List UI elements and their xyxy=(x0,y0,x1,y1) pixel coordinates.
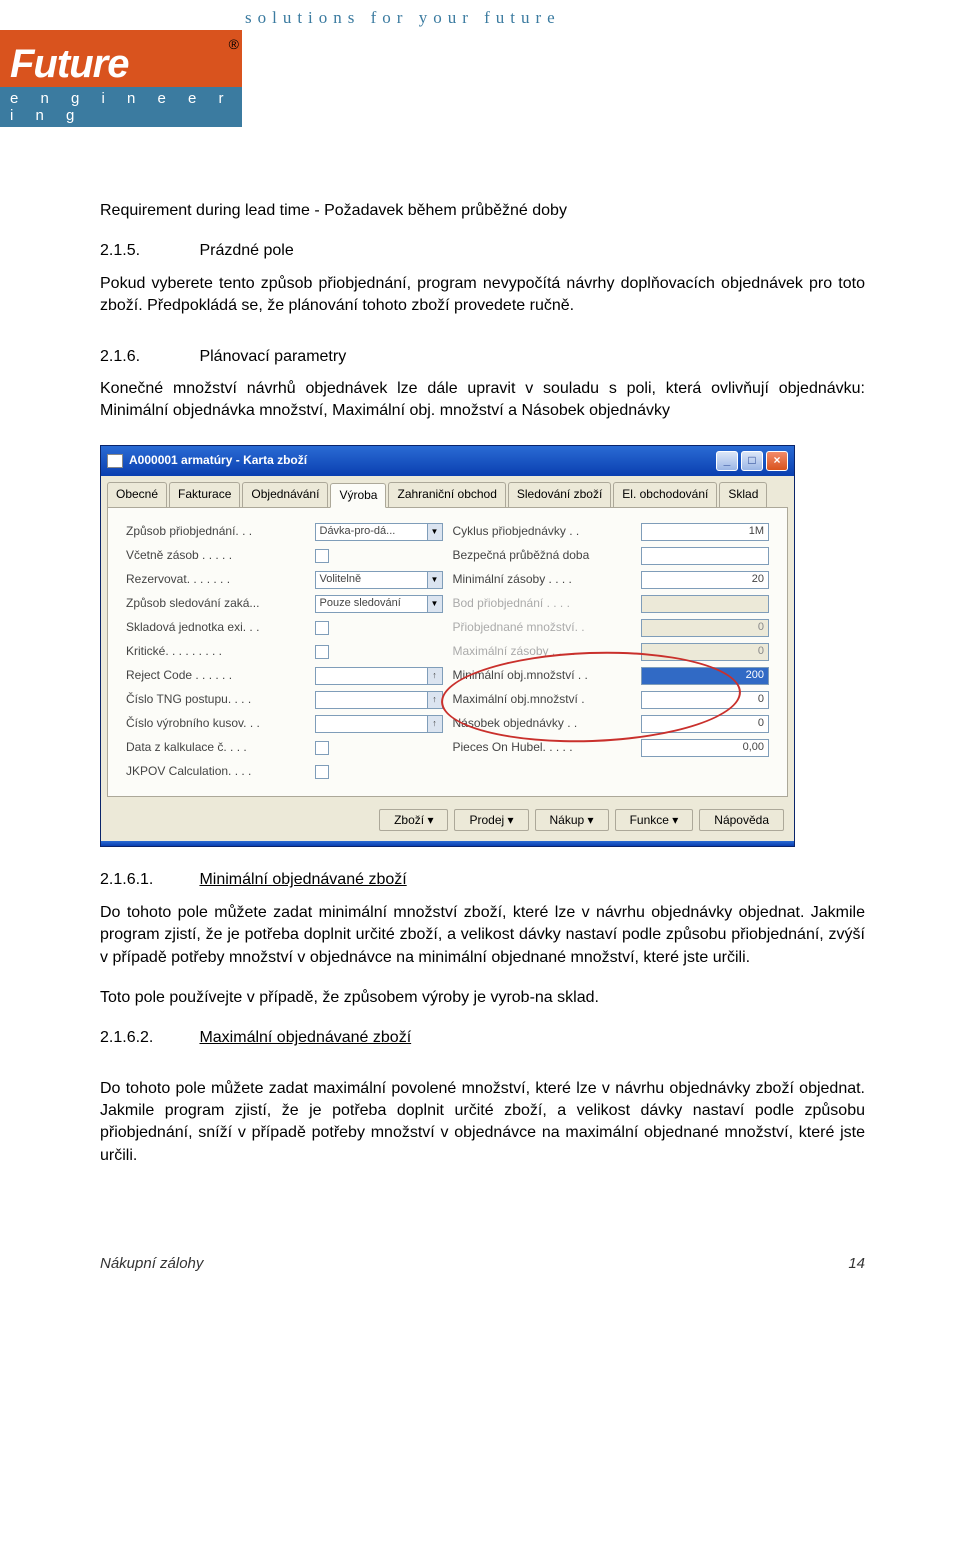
rezervovat-dropdown[interactable]: Volitelně▼ xyxy=(315,571,443,589)
zbozi-button[interactable]: Zboží ▾ xyxy=(379,809,448,832)
window-icon xyxy=(107,454,123,468)
priobj-dropdown[interactable]: Dávka-pro-dá...▼ xyxy=(315,523,443,541)
maxobj-input[interactable]: 0 xyxy=(641,691,769,709)
close-button[interactable]: × xyxy=(766,451,788,471)
document-content: Requirement during lead time - Požadavek… xyxy=(0,160,960,1215)
section-215-text: Pokud vyberete tento způsob přiobjednání… xyxy=(100,273,865,318)
jednotka-checkbox[interactable] xyxy=(315,621,329,635)
bezpecna-label: Bezpečná průběžná doba xyxy=(453,547,642,564)
vcetne-label: Včetně zásob . . . . . xyxy=(126,547,315,564)
section-2162-text: Do tohoto pole můžete zadat maximální po… xyxy=(100,1078,865,1168)
logo: Future ® e n g i n e e r i n g xyxy=(0,30,242,127)
form-right-column: Cyklus přiobjednávky . . 1M Bezpečná prů… xyxy=(453,520,770,784)
rezervovat-label: Rezervovat. . . . . . . xyxy=(126,571,315,588)
tagline: solutions for your future xyxy=(245,8,561,28)
maxzas-label: Maximální zásoby . . . . xyxy=(453,643,642,660)
vyrob-label: Číslo výrobního kusov. . . xyxy=(126,715,315,732)
jednotka-label: Skladová jednotka exi. . . xyxy=(126,619,315,636)
footer-left: Nákupní zálohy xyxy=(100,1255,203,1272)
tab-bar: Obecné Fakturace Objednávání Výroba Zahr… xyxy=(101,476,794,507)
minimize-button[interactable]: _ xyxy=(716,451,738,471)
tab-sledovani[interactable]: Sledování zboží xyxy=(508,482,611,507)
form-panel: Způsob přiobjednání. . . Dávka-pro-dá...… xyxy=(107,507,788,797)
page-footer: Nákupní zálohy 14 xyxy=(0,1215,960,1302)
page-header: solutions for your future Future ® e n g… xyxy=(0,0,960,160)
chevron-down-icon: ▼ xyxy=(427,596,442,612)
minzas-label: Minimální zásoby . . . . xyxy=(453,571,642,588)
bod-label: Bod přiobjednání . . . . xyxy=(453,595,642,612)
jkpov-checkbox[interactable] xyxy=(315,765,329,779)
logo-name: Future ® xyxy=(0,38,242,87)
registered-icon: ® xyxy=(229,36,238,52)
kriticke-checkbox[interactable] xyxy=(315,645,329,659)
section-2161-text2: Toto pole používejte v případě, že způso… xyxy=(100,987,865,1009)
maximize-button[interactable]: □ xyxy=(741,451,763,471)
section-216-heading: 2.1.6. Plánovací parametry xyxy=(100,346,865,368)
sledovani-label: Způsob sledování zaká... xyxy=(126,595,315,612)
section-215-heading: 2.1.5. Prázdné pole xyxy=(100,240,865,262)
footer-page-number: 14 xyxy=(848,1255,865,1272)
tng-lookup[interactable]: ↑ xyxy=(315,691,443,709)
cyklus-input[interactable]: 1M xyxy=(641,523,769,541)
priobj-label: Způsob přiobjednání. . . xyxy=(126,523,315,540)
tab-objednavani[interactable]: Objednávání xyxy=(242,482,328,507)
tab-sklad[interactable]: Sklad xyxy=(719,482,767,507)
section-2161-text1: Do tohoto pole můžete zadat minimální mn… xyxy=(100,902,865,969)
tab-vyroba[interactable]: Výroba xyxy=(330,483,386,508)
nakup-button[interactable]: Nákup ▾ xyxy=(535,809,609,832)
lookup-icon: ↑ xyxy=(427,668,442,684)
window-title: A000001 armatúry - Karta zboží xyxy=(129,452,307,469)
tab-eobchod[interactable]: El. obchodování xyxy=(613,482,717,507)
nasobek-input[interactable]: 0 xyxy=(641,715,769,733)
pieces-label: Pieces On Hubel. . . . . xyxy=(453,739,642,756)
prodej-button[interactable]: Prodej ▾ xyxy=(454,809,528,832)
lookup-icon: ↑ xyxy=(427,692,442,708)
kalk-checkbox[interactable] xyxy=(315,741,329,755)
nasobek-label: Násobek objednávky . . xyxy=(453,715,642,732)
priobjmn-label: Přiobjednané množství. . xyxy=(453,619,642,636)
reject-label: Reject Code . . . . . . xyxy=(126,667,315,684)
tab-obecne[interactable]: Obecné xyxy=(107,482,167,507)
bod-input xyxy=(641,595,769,613)
reject-lookup[interactable]: ↑ xyxy=(315,667,443,685)
napoveda-button[interactable]: Nápověda xyxy=(699,809,784,832)
form-left-column: Způsob přiobjednání. . . Dávka-pro-dá...… xyxy=(126,520,443,784)
jkpov-label: JKPOV Calculation. . . . xyxy=(126,763,315,780)
priobjmn-input: 0 xyxy=(641,619,769,637)
chevron-down-icon: ▼ xyxy=(427,524,442,540)
bezpecna-input[interactable] xyxy=(641,547,769,565)
section-216-text: Konečné množství návrhů objednávek lze d… xyxy=(100,378,865,423)
cyklus-label: Cyklus přiobjednávky . . xyxy=(453,523,642,540)
minobj-label: Minimální obj.množství . . xyxy=(453,667,642,684)
lookup-icon: ↑ xyxy=(427,716,442,732)
window-titlebar: A000001 armatúry - Karta zboží _ □ × xyxy=(101,446,794,476)
kalk-label: Data z kalkulace č. . . . xyxy=(126,739,315,756)
tab-fakturace[interactable]: Fakturace xyxy=(169,482,240,507)
kriticke-label: Kritické. . . . . . . . . xyxy=(126,643,315,660)
chevron-down-icon: ▼ xyxy=(427,572,442,588)
minobj-input[interactable]: 200 xyxy=(641,667,769,685)
pieces-input[interactable]: 0,00 xyxy=(641,739,769,757)
funkce-button[interactable]: Funkce ▾ xyxy=(615,809,694,832)
maxobj-label: Maximální obj.množství . xyxy=(453,691,642,708)
intro-line: Requirement during lead time - Požadavek… xyxy=(100,200,865,222)
section-2161-heading: 2.1.6.1. Minimální objednávané zboží xyxy=(100,869,865,891)
vyrob-lookup[interactable]: ↑ xyxy=(315,715,443,733)
vcetne-checkbox[interactable] xyxy=(315,549,329,563)
logo-subtitle: e n g i n e e r i n g xyxy=(0,87,242,127)
maxzas-input: 0 xyxy=(641,643,769,661)
section-2162-heading: 2.1.6.2. Maximální objednávané zboží xyxy=(100,1027,865,1049)
tng-label: Číslo TNG postupu. . . . xyxy=(126,691,315,708)
window-button-bar: Zboží ▾ Prodej ▾ Nákup ▾ Funkce ▾ Nápově… xyxy=(101,803,794,842)
tab-zahranicni[interactable]: Zahraniční obchod xyxy=(388,482,505,507)
app-window: A000001 armatúry - Karta zboží _ □ × Obe… xyxy=(100,445,795,848)
minzas-input[interactable]: 20 xyxy=(641,571,769,589)
sledovani-dropdown[interactable]: Pouze sledování▼ xyxy=(315,595,443,613)
